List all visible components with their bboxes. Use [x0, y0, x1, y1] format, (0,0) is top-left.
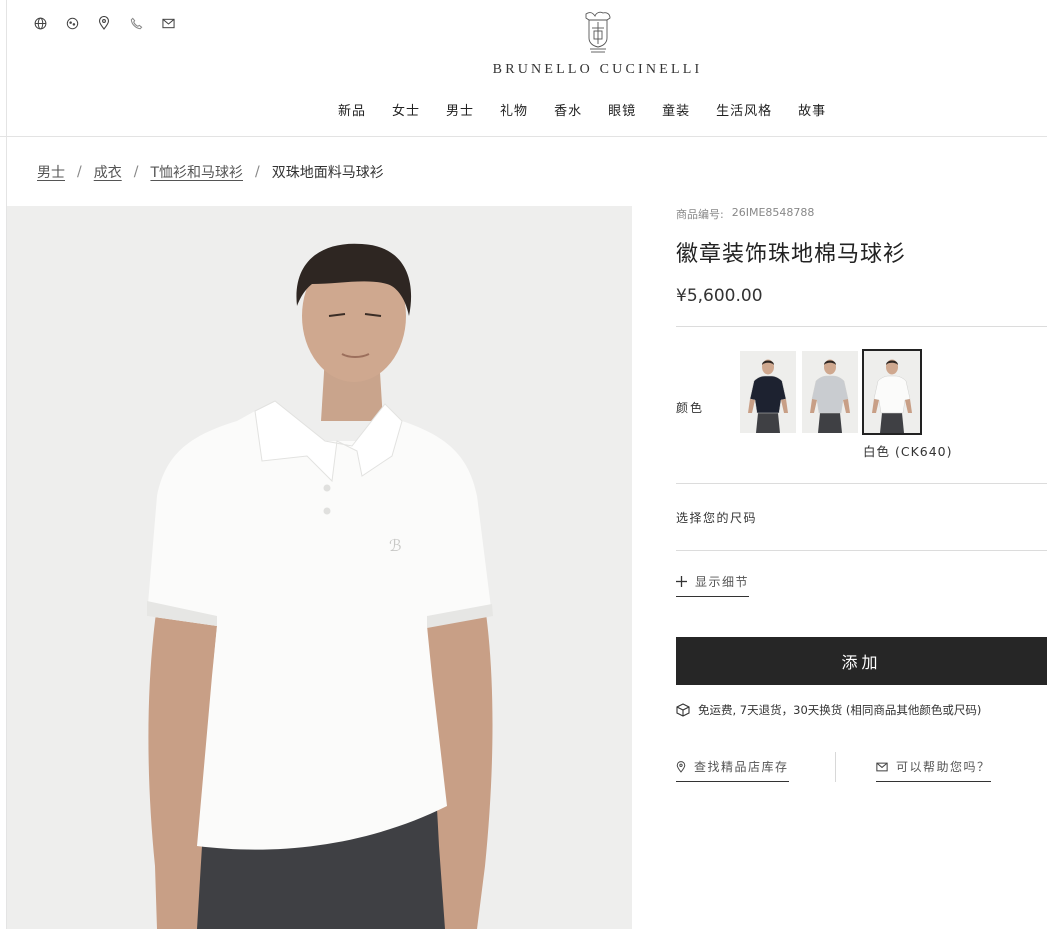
- breadcrumb-separator: /: [77, 164, 82, 180]
- crest-icon: [585, 11, 610, 53]
- shipping-text: 免运费, 7天退货，30天换货 (相同商品其他颜色或尺码): [698, 703, 982, 717]
- main-nav: 新品 女士 男士 礼物 香水 眼镜 童装 生活风格 故事: [338, 100, 852, 119]
- nav-item[interactable]: 眼镜: [608, 100, 636, 119]
- breadcrumb-link[interactable]: 男士: [37, 162, 65, 182]
- divider: [676, 550, 1047, 551]
- model-photo: ℬ: [7, 206, 632, 929]
- product-image[interactable]: ℬ: [7, 206, 632, 929]
- vertical-divider: [835, 752, 836, 782]
- help-label: 可以帮助您吗？: [896, 760, 991, 774]
- plus-icon: [676, 576, 687, 587]
- find-store-link[interactable]: 查找精品店库存: [676, 758, 789, 782]
- breadcrumb-current: 双珠地面料马球衫: [271, 165, 384, 181]
- sku: 商品编号: 26IME8548788: [676, 206, 1047, 222]
- show-details-link[interactable]: 显示细节: [676, 573, 750, 597]
- selected-color-name: 白色 (CK640): [863, 444, 953, 459]
- nav-item[interactable]: 男士: [446, 100, 474, 119]
- sku-label: 商品编号:: [676, 208, 724, 221]
- breadcrumb-separator: /: [255, 164, 260, 180]
- find-store-label: 查找精品店库存: [694, 760, 789, 774]
- nav-item[interactable]: 童装: [662, 100, 690, 119]
- breadcrumb: 男士 / 成衣 / T恤衫和马球衫 / 双珠地面料马球衫: [37, 162, 384, 182]
- mail-icon: [876, 762, 888, 771]
- nav-item[interactable]: 女士: [392, 100, 420, 119]
- breadcrumb-link[interactable]: T恤衫和马球衫: [150, 162, 243, 182]
- brand-logo[interactable]: BRUNELLO CUCINELLI: [0, 10, 1047, 78]
- shipping-note: 免运费, 7天退货，30天换货 (相同商品其他颜色或尺码): [676, 702, 1047, 718]
- color-swatch-white[interactable]: [862, 349, 922, 435]
- size-prompt: 选择您的尺码: [676, 510, 758, 525]
- nav-item[interactable]: 生活风格: [716, 100, 772, 119]
- nav-item[interactable]: 故事: [798, 100, 826, 119]
- nav-item[interactable]: 新品: [338, 100, 366, 119]
- brand-name: BRUNELLO CUCINELLI: [492, 62, 703, 77]
- color-label: 颜色: [676, 401, 705, 415]
- package-icon: [676, 703, 690, 717]
- product-price: ¥5,600.00: [676, 286, 763, 306]
- breadcrumb-separator: /: [133, 164, 139, 180]
- add-to-bag-button[interactable]: 添加: [676, 637, 1047, 685]
- help-links: 查找精品店库存 可以帮助您吗？: [676, 752, 1047, 818]
- show-details-label: 显示细节: [695, 575, 750, 589]
- size-selector[interactable]: 选择您的尺码: [676, 484, 1047, 550]
- svg-text:ℬ: ℬ: [389, 536, 402, 555]
- color-swatch-navy[interactable]: [740, 351, 796, 433]
- product-details-panel: 商品编号: 26IME8548788 徽章装饰珠地棉马球衫 ¥5,600.00 …: [676, 206, 1047, 818]
- sku-value: 26IME8548788: [731, 206, 815, 219]
- color-swatches: [740, 349, 922, 435]
- product-title: 徽章装饰珠地棉马球衫: [676, 242, 907, 267]
- nav-item[interactable]: 香水: [554, 100, 582, 119]
- color-swatch-light-grey[interactable]: [802, 351, 858, 433]
- nav-item[interactable]: 礼物: [500, 100, 528, 119]
- site-header: BRUNELLO CUCINELLI 新品 女士 男士 礼物 香水 眼镜 童装 生活风格 故事: [0, 0, 1047, 137]
- color-selector: 颜色 白色 (CK640): [676, 327, 1047, 483]
- breadcrumb-link[interactable]: 成衣: [94, 162, 122, 182]
- help-link[interactable]: 可以帮助您吗？: [876, 758, 991, 782]
- location-icon: [676, 760, 686, 773]
